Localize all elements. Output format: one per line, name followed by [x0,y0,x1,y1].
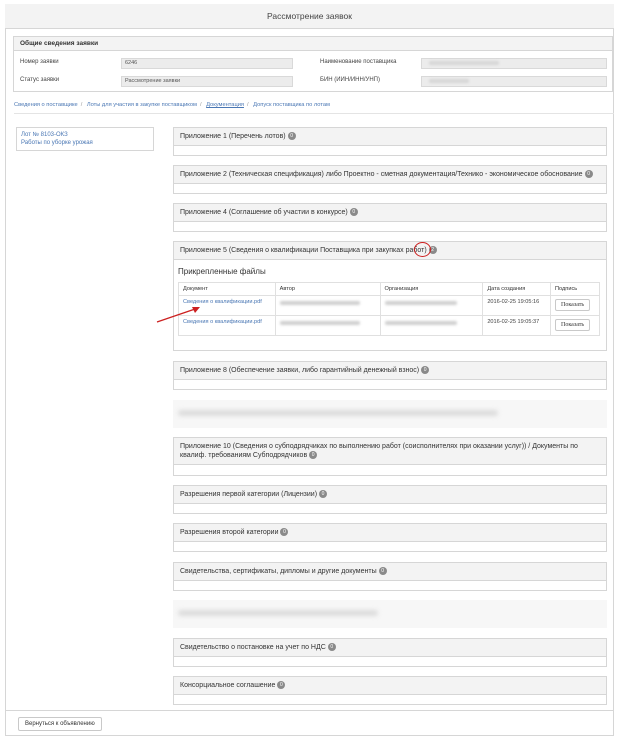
count-badge: 0 [277,681,286,690]
count-badge: 0 [309,451,318,460]
attached-files-title: Прикрепленные файлы [178,267,266,276]
breadcrumb-admission[interactable]: Допуск поставщика по лотам [253,102,330,108]
pointer-arrow-icon [156,307,200,323]
count-badge: 0 [287,132,296,141]
breadcrumb-lots[interactable]: Лоты для участия в закупке поставщиком [87,102,197,108]
count-badge: 0 [584,170,593,179]
supplier-name-field [421,58,607,69]
breadcrumb: Сведения о поставщике / Лоты для участия … [14,102,614,114]
show-signature-button[interactable]: Показать [555,299,591,311]
lot-link[interactable]: Лот № 8103-ОКЗ Работы по уборке урожая [16,127,154,151]
bin-field [421,76,607,87]
col-organization: Организация [379,282,484,296]
section-appendix-1: Приложение 1 (Перечень лотов) 0 [173,127,607,156]
created-date: 2016-02-25 19:05:16 [482,295,552,316]
footer-divider [5,710,614,711]
supplier-name-label: Наименование поставщика [320,59,397,65]
section-license-1: Разрешения первой категории (Лицензии) 0 [173,485,607,514]
section-title: Приложение 2 (Техническая спецификация) … [180,171,583,178]
author-redacted [279,321,360,325]
table-row: Сведения о квалификации.pdf 2016-02-25 1… [178,315,600,336]
section-certificates: Свидетельства, сертификаты, дипломы и др… [173,562,607,591]
section-title: Приложение 5 (Сведения о квалификации По… [180,247,427,254]
redacted-section [173,400,607,428]
section-title: Приложение 1 (Перечень лотов) [180,133,286,140]
section-title: Разрешения первой категории (Лицензии) [180,491,318,498]
section-title: Консорциальное соглашение [180,682,276,689]
general-info-header: Общие сведения заявки [14,37,612,51]
section-appendix-2: Приложение 2 (Техническая спецификация) … [173,165,607,194]
breadcrumb-supplier-info[interactable]: Сведения о поставщике [14,102,78,108]
count-badge: 0 [319,490,328,499]
section-appendix-8: Приложение 8 (Обеспечение заявки, либо г… [173,361,607,390]
col-document: Документ [178,282,276,296]
col-signature: Подпись [550,282,600,296]
col-created: Дата создания [482,282,552,296]
page-title: Рассмотрение заявок [5,4,614,29]
table-row: Сведения о квалификации.pdf 2016-02-25 1… [178,295,600,316]
back-to-announcement-button[interactable]: Вернуться к объявлению [18,717,102,731]
show-signature-button[interactable]: Показать [555,319,591,331]
organization-redacted [384,301,457,305]
section-vat: Свидетельство о постановке на учет по НД… [173,638,607,667]
section-title: Свидетельство о постановке на учет по НД… [180,644,326,651]
col-author: Автор [274,282,381,296]
count-badge: 0 [378,567,387,576]
count-badge: 0 [421,366,430,375]
section-consortium: Консорциальное соглашение 0 [173,676,607,705]
app-number-label: Номер заявки [20,59,59,65]
section-license-2: Разрешения второй категории 0 [173,523,607,552]
section-title: Приложение 10 (Сведения о субподрядчиках… [180,443,578,459]
count-badge: 0 [349,208,358,217]
lot-number[interactable]: Лот № 8103-ОКЗ [21,131,149,139]
app-status-field: Рассмотрение заявки [121,76,293,87]
author-redacted [279,301,360,305]
app-number-field: 6246 [121,58,293,69]
created-date: 2016-02-25 19:05:37 [482,315,552,336]
lot-name[interactable]: Работы по уборке урожая [21,139,149,147]
attached-files-table: Документ Автор Организация Дата создания… [178,282,600,336]
redacted-section [173,600,607,628]
organization-redacted [384,321,457,325]
section-title: Разрешения второй категории [180,529,279,536]
section-title: Приложение 4 (Соглашение об участии в ко… [180,209,348,216]
app-status-label: Статус заявки [20,77,60,83]
count-badge: 0 [280,528,289,537]
section-title: Приложение 8 (Обеспечение заявки, либо г… [180,367,420,374]
highlight-circle [414,242,431,257]
bin-label: БИН (ИИН/ИНН/УНП) [320,77,380,83]
count-badge: 0 [327,643,336,652]
section-appendix-4: Приложение 4 (Соглашение об участии в ко… [173,203,607,232]
general-info-panel: Общие сведения заявки Номер заявки 6246 … [13,36,613,92]
section-title: Свидетельства, сертификаты, дипломы и др… [180,568,377,575]
breadcrumb-documentation[interactable]: Документация [206,102,244,108]
section-appendix-10: Приложение 10 (Сведения о субподрядчиках… [173,437,607,476]
